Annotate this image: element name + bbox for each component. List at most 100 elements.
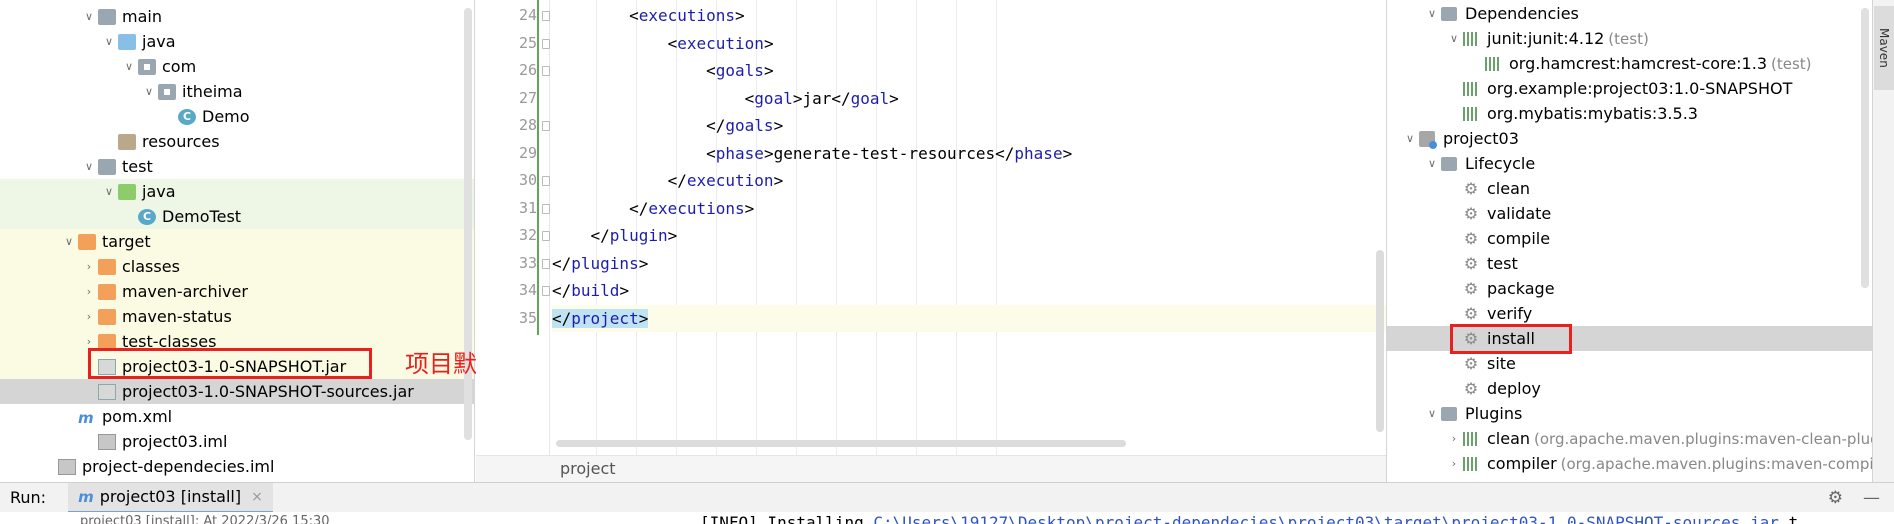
maven-item-label: Dependencies	[1465, 4, 1579, 23]
maven-tree-item[interactable]: ∨ project03	[1387, 126, 1872, 151]
code-line[interactable]: </execution>	[552, 167, 784, 194]
project-tree-item[interactable]: C DemoTest	[0, 204, 474, 229]
project-tree-item[interactable]: ∨ test	[0, 154, 474, 179]
project-tree-item[interactable]: C Demo	[0, 104, 474, 129]
project-tree-item[interactable]: project-dependecies.iml	[0, 454, 474, 479]
expand-arrow-icon[interactable]: ∨	[100, 35, 118, 48]
gear-icon[interactable]: ⚙	[1828, 488, 1843, 508]
expand-arrow-icon[interactable]: ∨	[1401, 132, 1419, 145]
code-line[interactable]: <phase>generate-test-resources</phase>	[552, 140, 1072, 167]
code-line[interactable]: </project>	[552, 304, 1386, 332]
lifecycle-goal-item[interactable]: ⚙ deploy	[1387, 376, 1872, 401]
maven-project-icon	[1419, 130, 1437, 149]
code-line[interactable]: <execution>	[552, 30, 774, 57]
fold-marker-icon[interactable]	[542, 66, 550, 76]
expand-arrow-icon[interactable]: ∨	[80, 10, 98, 23]
project-tree-item[interactable]: resources	[0, 129, 474, 154]
breadcrumb-item[interactable]: project	[560, 459, 616, 478]
project-tree-item[interactable]: › classes	[0, 254, 474, 279]
indent-guide	[956, 0, 957, 455]
code-line[interactable]: </build>	[552, 277, 629, 304]
expand-arrow-icon[interactable]: ∨	[60, 235, 78, 248]
project-tree-item[interactable]: › maven-status	[0, 304, 474, 329]
expand-arrow-icon[interactable]: ›	[80, 285, 98, 298]
editor-breadcrumb[interactable]: project	[476, 455, 1386, 482]
project-tree-item[interactable]: ∨ main	[0, 4, 474, 29]
maven-tree-item[interactable]: ∨ junit:junit:4.12 (test)	[1387, 26, 1872, 51]
editor-horizontal-scrollbar[interactable]	[556, 440, 1126, 447]
gear-icon: ⚙	[1463, 278, 1479, 298]
run-tab-label[interactable]: project03 [install]	[100, 487, 241, 506]
lifecycle-goal-item[interactable]: ⚙ compile	[1387, 226, 1872, 251]
project-tree-item[interactable]: project03.iml	[0, 429, 474, 454]
expand-arrow-icon[interactable]: ∨	[1423, 157, 1441, 170]
run-tree-item[interactable]: project03 [install]: At 2022/3/26 15:30	[80, 514, 330, 524]
expand-arrow-icon[interactable]: ∨	[1445, 32, 1463, 45]
maven-scrollbar[interactable]	[1861, 8, 1869, 288]
maven-tree-item[interactable]: › clean (org.apache.maven.plugins:maven-cl…	[1387, 426, 1872, 451]
expand-arrow-icon[interactable]: ∨	[80, 160, 98, 173]
code-line[interactable]: </goals>	[552, 112, 783, 139]
expand-arrow-icon[interactable]: ›	[80, 310, 98, 323]
code-line[interactable]: </plugin>	[552, 222, 678, 249]
expand-arrow-icon[interactable]: ∨	[100, 185, 118, 198]
fold-marker-icon[interactable]	[542, 121, 550, 131]
expand-arrow-icon[interactable]: ∨	[1423, 407, 1441, 420]
maven-tree-item[interactable]: ∨ Dependencies	[1387, 1, 1872, 26]
maven-tree-item[interactable]: ∨ Lifecycle	[1387, 151, 1872, 176]
lifecycle-goal-item[interactable]: ⚙ site	[1387, 351, 1872, 376]
code-line[interactable]: <goals>	[552, 57, 773, 84]
expand-arrow-icon[interactable]: ∨	[120, 60, 138, 73]
maven-side-tab[interactable]: Maven	[1872, 0, 1894, 482]
fold-marker-icon[interactable]	[542, 258, 550, 269]
code-editor[interactable]: 24 25 26 27 28 29 30 31 32 33 34 35 <executions> <e…	[476, 0, 1386, 482]
code-line[interactable]: <goal>jar</goal>	[552, 85, 899, 112]
project-tree-item[interactable]: ∨ java	[0, 29, 474, 54]
project-tree-item[interactable]: ∨ java	[0, 179, 474, 204]
fold-marker-icon[interactable]	[542, 176, 550, 186]
fold-marker-icon[interactable]	[542, 38, 550, 49]
fold-marker-icon[interactable]	[542, 11, 550, 21]
expand-arrow-icon[interactable]: ›	[80, 260, 98, 273]
project-tree-item[interactable]: › maven-archiver	[0, 279, 474, 304]
project-tree-item[interactable]: ∨ com	[0, 54, 474, 79]
indent-guide	[796, 0, 797, 455]
close-icon[interactable]: ×	[251, 489, 263, 505]
maven-tab-label[interactable]: Maven	[1874, 6, 1894, 90]
project-tree-item[interactable]: m pom.xml	[0, 404, 474, 429]
maven-tree-item[interactable]: org.example:project03:1.0-SNAPSHOT	[1387, 76, 1872, 101]
lifecycle-goal-item[interactable]: ⚙ verify	[1387, 301, 1872, 326]
line-number: 27	[518, 88, 537, 107]
excluded-folder-icon	[98, 308, 116, 325]
expand-arrow-icon[interactable]: ∨	[140, 85, 158, 98]
editor-vertical-scrollbar[interactable]	[1376, 250, 1384, 432]
maven-tree-item[interactable]: ∨ Plugins	[1387, 401, 1872, 426]
library-icon	[1463, 81, 1479, 96]
run-console[interactable]: project03 [install]: At 2022/3/26 15:30 …	[0, 512, 1894, 524]
expand-arrow-icon[interactable]: ›	[80, 335, 98, 348]
code-line[interactable]: </plugins>	[552, 250, 648, 277]
expand-arrow-icon[interactable]: ›	[1445, 432, 1463, 445]
minimize-icon[interactable]: —	[1863, 488, 1880, 508]
fold-marker-icon[interactable]	[542, 203, 550, 214]
project-tree-item[interactable]: ∨ target	[0, 229, 474, 254]
maven-tree-item[interactable]: › compiler (org.apache.maven.plugins:maven…	[1387, 451, 1872, 476]
expand-arrow-icon[interactable]: ›	[1445, 457, 1463, 470]
lifecycle-goal-item[interactable]: ⚙ test	[1387, 251, 1872, 276]
project-tree-item[interactable]: ∨ itheima	[0, 79, 474, 104]
tree-item-label: com	[162, 57, 197, 76]
maven-tree-item[interactable]: org.hamcrest:hamcrest-core:1.3 (test)	[1387, 51, 1872, 76]
maven-tree-item[interactable]: org.mybatis:mybatis:3.5.3	[1387, 101, 1872, 126]
run-tab[interactable]: m project03 [install] ×	[68, 482, 273, 513]
lifecycle-goal-item[interactable]: ⚙ clean	[1387, 176, 1872, 201]
code-area[interactable]: <executions> <execution> <goals> <goal>j…	[552, 0, 1386, 455]
lifecycle-goal-item[interactable]: ⚙ validate	[1387, 201, 1872, 226]
console-path-link[interactable]: C:\Users\19127\Desktop\project-dependeci…	[873, 513, 1778, 524]
code-line[interactable]: <executions>	[552, 2, 745, 29]
fold-marker-icon[interactable]	[542, 286, 550, 296]
fold-marker-icon[interactable]	[542, 231, 550, 241]
code-line[interactable]: </executions>	[552, 195, 754, 222]
lifecycle-goal-item[interactable]: ⚙ package	[1387, 276, 1872, 301]
project-tree-item[interactable]: project03-1.0-SNAPSHOT-sources.jar	[0, 379, 474, 404]
expand-arrow-icon[interactable]: ∨	[1423, 7, 1441, 20]
